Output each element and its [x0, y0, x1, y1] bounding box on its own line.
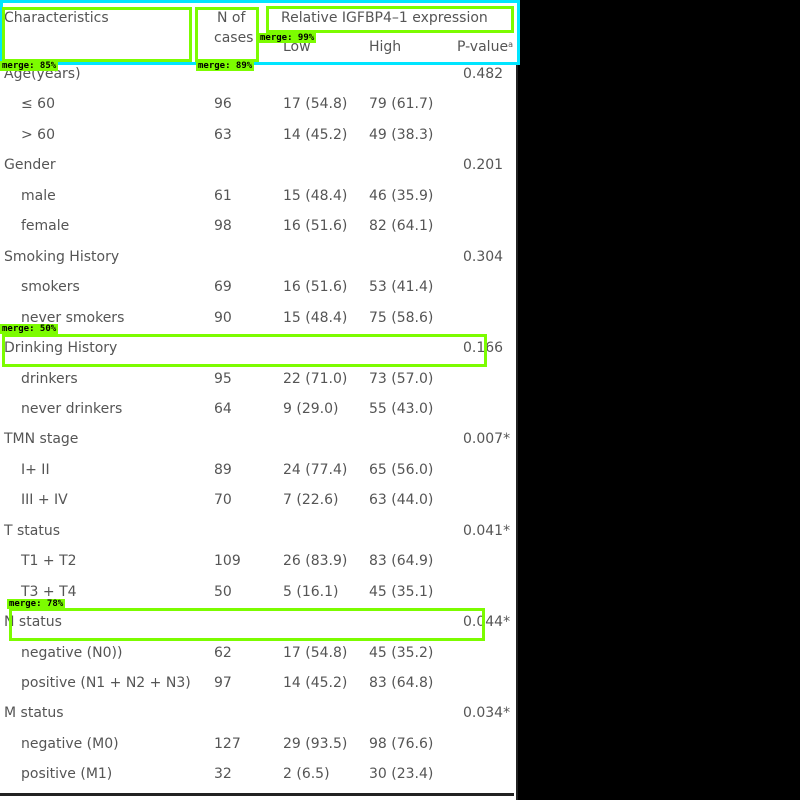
n-status-merge-tag: merge: 78%: [7, 599, 66, 609]
row-high: 65 (56.0): [369, 462, 434, 478]
row-low: 29 (93.5): [283, 736, 348, 752]
row-label: negative (N0)): [21, 645, 123, 661]
row-p-value: 0.201: [463, 157, 504, 173]
row-label: never drinkers: [21, 401, 123, 417]
row-n-cases: 70: [214, 492, 232, 508]
row-label: male: [21, 188, 56, 204]
row-high: 79 (61.7): [369, 96, 434, 112]
row-label: T status: [4, 523, 61, 539]
drinking-history-merge-tag: merge: 50%: [0, 324, 59, 334]
row-label: positive (N1 + N2 + N3): [21, 675, 191, 691]
row-n-cases: 62: [214, 645, 232, 661]
row-n-cases: 96: [214, 96, 232, 112]
row-label: ≤ 60: [21, 96, 55, 112]
row-high: 55 (43.0): [369, 401, 434, 417]
row-p-value: 0.304: [463, 249, 504, 265]
row-n-cases: 109: [214, 553, 241, 569]
row-high: 53 (41.4): [369, 279, 434, 295]
row-high: 75 (58.6): [369, 310, 434, 326]
row-low: 16 (51.6): [283, 218, 348, 234]
row-n-cases: 127: [214, 736, 241, 752]
header-high: High: [369, 39, 402, 55]
row-label: > 60: [21, 127, 55, 143]
row-label: III + IV: [21, 492, 68, 508]
row-low: 2 (6.5): [283, 766, 330, 782]
row-high: 46 (35.9): [369, 188, 434, 204]
row-p-value: 0.007*: [463, 431, 511, 447]
row-high: 63 (44.0): [369, 492, 434, 508]
table-right-rule: [516, 64, 518, 800]
row-p-value: 0.041*: [463, 523, 511, 539]
row-low: 5 (16.1): [283, 584, 339, 600]
row-high: 73 (57.0): [369, 371, 434, 387]
header-n-line1: N of: [217, 10, 246, 26]
row-label: Gender: [4, 157, 56, 173]
row-low: 17 (54.8): [283, 96, 348, 112]
row-high: 82 (64.1): [369, 218, 434, 234]
row-low: 9 (29.0): [283, 401, 339, 417]
row-high: 45 (35.2): [369, 645, 434, 661]
row-label: Drinking History: [4, 340, 118, 356]
row-low: 17 (54.8): [283, 645, 348, 661]
row-label: smokers: [21, 279, 80, 295]
row-low: 15 (48.4): [283, 310, 348, 326]
row-p-value: 0.044*: [463, 614, 511, 630]
row-label: T1 + T2: [21, 553, 77, 569]
row-label: female: [21, 218, 70, 234]
row-n-cases: 90: [214, 310, 232, 326]
row-label: Smoking History: [4, 249, 120, 265]
row-low: 14 (45.2): [283, 127, 348, 143]
row-p-value: 0.482: [463, 66, 504, 82]
table-page: Characteristics N of cases Relative IGFB…: [0, 0, 518, 800]
row-n-cases: 98: [214, 218, 232, 234]
row-high: 98 (76.6): [369, 736, 434, 752]
row-high: 49 (38.3): [369, 127, 434, 143]
row-label: TMN stage: [4, 431, 79, 447]
n-cases-merge-tag: merge: 89%: [196, 61, 255, 71]
row-n-cases: 89: [214, 462, 232, 478]
row-high: 45 (35.1): [369, 584, 434, 600]
row-high: 83 (64.8): [369, 675, 434, 691]
row-high: 83 (64.9): [369, 553, 434, 569]
row-label: M status: [4, 705, 64, 721]
row-p-value: 0.034*: [463, 705, 511, 721]
row-low: 16 (51.6): [283, 279, 348, 295]
header-relative-expression: Relative IGFBP4–1 expression: [281, 10, 488, 26]
row-low: 22 (71.0): [283, 371, 348, 387]
row-low: 26 (83.9): [283, 553, 348, 569]
row-low: 24 (77.4): [283, 462, 348, 478]
row-n-cases: 69: [214, 279, 232, 295]
row-label: N status: [4, 614, 62, 630]
row-n-cases: 63: [214, 127, 232, 143]
row-p-value: 0.166: [463, 340, 504, 356]
row-label: I+ II: [21, 462, 50, 478]
header-n-line2: cases: [214, 30, 254, 46]
row-low: 14 (45.2): [283, 675, 348, 691]
row-label: positive (M1): [21, 766, 113, 782]
row-label: drinkers: [21, 371, 78, 387]
relative-expression-merge-tag: merge: 99%: [258, 33, 317, 43]
row-low: 15 (48.4): [283, 188, 348, 204]
header-characteristics: Characteristics: [4, 10, 109, 26]
header-p-value: P-valuea: [457, 38, 513, 56]
row-n-cases: 61: [214, 188, 232, 204]
row-low: 7 (22.6): [283, 492, 339, 508]
header-p-value-text: P-value: [457, 39, 509, 55]
table-bottom-rule: [0, 793, 514, 796]
row-high: 30 (23.4): [369, 766, 434, 782]
row-n-cases: 97: [214, 675, 232, 691]
characteristics-merge-tag: merge: 85%: [0, 61, 59, 71]
row-label: negative (M0): [21, 736, 119, 752]
row-n-cases: 95: [214, 371, 232, 387]
header-p-value-superscript: a: [508, 40, 513, 49]
row-n-cases: 50: [214, 584, 232, 600]
row-n-cases: 64: [214, 401, 232, 417]
row-n-cases: 32: [214, 766, 232, 782]
